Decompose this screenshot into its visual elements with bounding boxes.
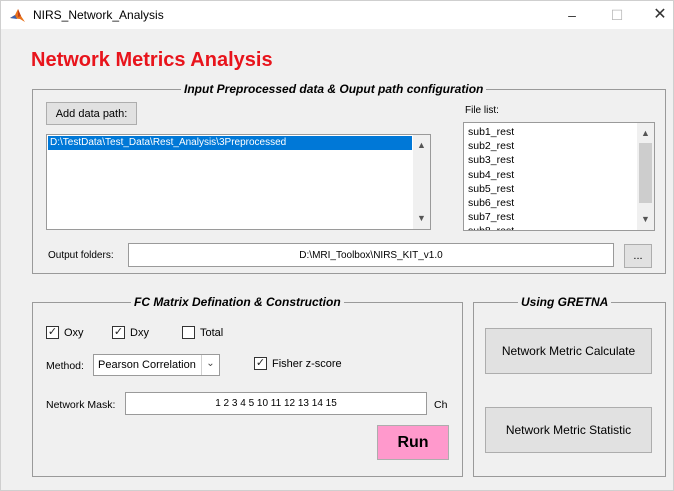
title-bar[interactable]: NIRS_Network_Analysis – ☐ ✕ [1, 1, 673, 29]
data-path-list[interactable]: D:\TestData\Test_Data\Rest_Analysis\3Pre… [46, 134, 431, 230]
total-label: Total [200, 326, 224, 339]
data-path-scrollbar[interactable]: ▲ ▼ [413, 135, 430, 229]
run-button[interactable]: Run [377, 425, 449, 460]
file-list-item[interactable]: sub2_rest [468, 139, 514, 153]
file-list-item[interactable]: sub3_rest [468, 153, 514, 167]
oxy-label: Oxy [64, 326, 84, 339]
oxy-check-icon: ✓ [46, 326, 59, 339]
dxy-checkbox[interactable]: ✓ Dxy [112, 326, 149, 339]
input-panel-legend: Input Preprocessed data & Ouput path con… [184, 82, 484, 96]
total-checkbox[interactable]: Total [182, 326, 223, 339]
scroll-down-icon[interactable]: ▼ [637, 211, 654, 228]
file-list-item[interactable]: sub7_rest [468, 210, 514, 224]
file-list[interactable]: sub1_rest sub2_rest sub3_rest sub4_rest sub5… [463, 122, 655, 231]
page-title: Network Metrics Analysis [31, 49, 273, 71]
file-list-item[interactable]: sub5_rest [468, 182, 514, 196]
gretna-panel-legend: Using GRETNA [521, 295, 609, 309]
dxy-label: Dxy [130, 326, 149, 339]
chevron-down-icon[interactable]: ⌄ [201, 355, 219, 375]
scrollbar-thumb[interactable] [639, 143, 652, 203]
scroll-up-icon[interactable]: ▲ [413, 137, 430, 154]
dxy-check-icon: ✓ [112, 326, 125, 339]
maximize-button[interactable]: ☐ [602, 5, 632, 25]
fc-panel-legend: FC Matrix Defination & Construction [134, 295, 341, 309]
output-folders-label: Output folders: [48, 250, 114, 261]
add-data-path-button[interactable]: Add data path: [46, 102, 137, 125]
file-list-label: File list: [465, 105, 499, 116]
method-label: Method: [46, 360, 84, 372]
file-list-item[interactable]: sub4_rest [468, 168, 514, 182]
close-button[interactable]: ✕ [645, 5, 674, 25]
browse-button[interactable]: ... [624, 244, 652, 268]
network-mask-label: Network Mask: [46, 399, 116, 411]
fisher-checkbox[interactable]: ✓ Fisher z-score [254, 357, 342, 370]
fisher-check-icon: ✓ [254, 357, 267, 370]
fisher-label: Fisher z-score [272, 357, 342, 370]
app-window: NIRS_Network_Analysis – ☐ ✕ Network Metr… [0, 0, 674, 491]
data-path-item-selected[interactable]: D:\TestData\Test_Data\Rest_Analysis\3Pre… [48, 136, 412, 150]
file-list-item[interactable]: sub1_rest [468, 125, 514, 139]
scroll-up-icon[interactable]: ▲ [637, 125, 654, 142]
oxy-checkbox[interactable]: ✓ Oxy [46, 326, 84, 339]
file-list-scrollbar[interactable]: ▲ ▼ [637, 123, 654, 230]
network-metric-statistic-button[interactable]: Network Metric Statistic [485, 407, 652, 453]
matlab-icon [10, 9, 25, 22]
window-title: NIRS_Network_Analysis [33, 8, 164, 22]
file-list-item[interactable]: sub6_rest [468, 196, 514, 210]
minimize-button[interactable]: – [557, 5, 587, 25]
mask-unit-label: Ch [434, 399, 448, 411]
method-select[interactable]: Pearson Correlation ⌄ [93, 354, 220, 376]
total-checkbox-box [182, 326, 195, 339]
file-list-item[interactable]: sub8_rest [468, 224, 514, 230]
network-metric-calculate-button[interactable]: Network Metric Calculate [485, 328, 652, 374]
output-folder-field[interactable]: D:\MRI_Toolbox\NIRS_KIT_v1.0 [128, 243, 614, 267]
method-value: Pearson Correlation [98, 359, 196, 371]
data-path-text: D:\TestData\Test_Data\Rest_Analysis\3Pre… [50, 137, 287, 148]
network-mask-field[interactable]: 1 2 3 4 5 10 11 12 13 14 15 [125, 392, 427, 415]
scroll-down-icon[interactable]: ▼ [413, 210, 430, 227]
